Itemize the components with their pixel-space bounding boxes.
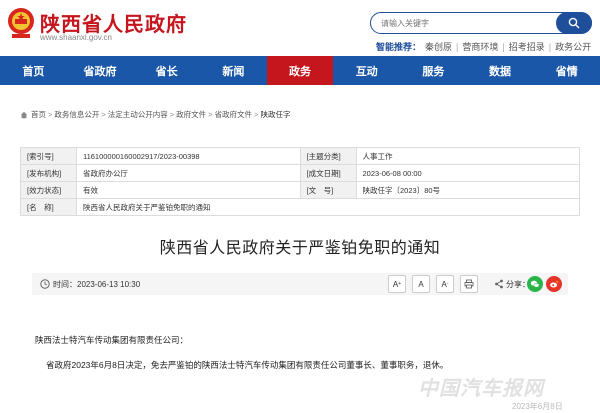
home-icon (20, 111, 28, 118)
breadcrumb-current[interactable]: 陕政任字 (260, 109, 290, 120)
watermark: 中国汽车报网 (418, 378, 544, 400)
article-title: 陕西省人民政府关于严鉴铂免职的通知 (159, 240, 441, 257)
nav-item-affairs[interactable]: 政务 (266, 56, 334, 85)
smart-recommend-link[interactable]: 招考招录 (509, 40, 545, 53)
breadcrumb-link[interactable]: 法定主动公开内容 (108, 109, 168, 120)
breadcrumb-separator: > (208, 110, 213, 119)
article-tools-bar: 时间：2023-06-13 10:30 A + A A- 分享： (32, 273, 568, 295)
nav-item-province-info[interactable]: 省情 (533, 56, 600, 85)
search-box (370, 12, 592, 34)
publish-time: 时间：2023-06-13 10:30 (53, 280, 141, 289)
meta-value: 陕西省人民政府关于严鉴铂免职的通知 (75, 198, 581, 216)
meta-value: 116100000160002917/2023-00398 (75, 147, 301, 165)
wechat-icon (530, 280, 540, 288)
meta-value: 人事工作 (355, 147, 581, 165)
breadcrumb-link[interactable]: 省政府文件 (215, 109, 253, 120)
meta-key: [主题分类] (299, 147, 357, 165)
document-meta-table: [索引号] 116100000160002917/2023-00398 [主题分… (20, 147, 581, 216)
smart-recommend-link[interactable]: 政务公开 (555, 40, 591, 53)
nav-item-province-gov[interactable]: 省政府 (67, 56, 134, 85)
smart-recommend-link[interactable]: 秦创原 (425, 40, 452, 53)
separator: | (502, 41, 505, 52)
font-increase-button[interactable]: A + (388, 275, 406, 293)
breadcrumb-separator: > (254, 110, 259, 119)
table-row: [名 称] 陕西省人民政府关于严鉴铂免职的通知 (20, 198, 581, 216)
national-emblem-icon[interactable] (6, 6, 36, 40)
print-icon (464, 279, 474, 289)
share-weibo-button[interactable] (546, 276, 562, 292)
meta-key: [名 称] (20, 198, 77, 216)
table-row: [索引号] 116100000160002917/2023-00398 [主题分… (20, 147, 581, 165)
share-icon (495, 279, 503, 289)
search-input[interactable] (381, 16, 561, 30)
nav-item-interaction[interactable]: 互动 (333, 56, 400, 85)
site-header: 陕西省人民政府 www.shaanxi.gov.cn 智能推荐： 秦创原 | 营… (0, 0, 600, 56)
meta-key: [成文日期] (299, 164, 357, 182)
smart-recommend: 智能推荐： 秦创原 | 营商环境 | 招考招录 | 政务公开 (376, 40, 591, 53)
table-row: [效力状态] 有效 [文 号] 陕政任字〔2023〕80号 (20, 181, 581, 199)
meta-key: [文 号] (299, 181, 357, 199)
meta-value: 2023-06-08 00:00 (355, 164, 581, 182)
smart-recommend-label: 智能推荐： (376, 42, 422, 52)
font-default-button[interactable]: A (412, 275, 430, 293)
smart-recommend-link[interactable]: 营商环境 (462, 40, 498, 53)
meta-key: [索引号] (20, 147, 77, 165)
meta-value: 有效 (75, 181, 301, 199)
nav-item-services[interactable]: 服务 (400, 56, 467, 85)
meta-key: [发布机构] (20, 164, 77, 182)
document-date: 2023年6月8日 (512, 402, 563, 411)
site-domain: www.shaanxi.gov.cn (40, 33, 112, 42)
breadcrumb-link[interactable]: 政务信息公开 (54, 109, 99, 120)
meta-key: [效力状态] (20, 181, 77, 199)
breadcrumb-separator: > (48, 110, 53, 119)
breadcrumb-separator: > (101, 110, 106, 119)
search-icon (568, 17, 580, 29)
nav-item-news[interactable]: 新闻 (200, 56, 267, 85)
meta-value: 省政府办公厅 (75, 164, 301, 182)
nav-item-governor[interactable]: 省长 (133, 56, 200, 85)
separator: | (548, 41, 552, 52)
main-nav: 首页 省政府 省长 新闻 政务 互动 服务 数据 省情 (0, 56, 600, 85)
nav-item-data[interactable]: 数据 (467, 56, 534, 85)
separator: | (456, 41, 459, 52)
table-row: [发布机构] 省政府办公厅 [成文日期] 2023-06-08 00:00 (20, 164, 581, 182)
meta-value: 陕政任字〔2023〕80号 (355, 181, 581, 199)
article-recipient: 陕西法士特汽车传动集团有限责任公司： (35, 335, 189, 345)
print-button[interactable] (460, 275, 478, 293)
nav-item-home[interactable]: 首页 (0, 56, 67, 85)
font-decrease-button[interactable]: A- (436, 275, 454, 293)
weibo-icon (550, 280, 559, 288)
breadcrumb-separator: > (169, 110, 175, 119)
article-body: 省政府2023年6月8日决定，免去严鉴铂的陕西法士特汽车传动集团有限责任公司董事… (46, 360, 449, 370)
font-default-label: A (418, 279, 424, 289)
breadcrumb: 首页 > 政务信息公开 > 法定主动公开内容 > 政府文件 > 省政府文件 > … (20, 109, 290, 120)
breadcrumb-link[interactable]: 政府文件 (176, 109, 206, 120)
clock-icon (40, 279, 50, 289)
share-wechat-button[interactable] (527, 276, 543, 292)
breadcrumb-link[interactable]: 首页 (31, 109, 46, 120)
search-button[interactable] (556, 12, 592, 34)
